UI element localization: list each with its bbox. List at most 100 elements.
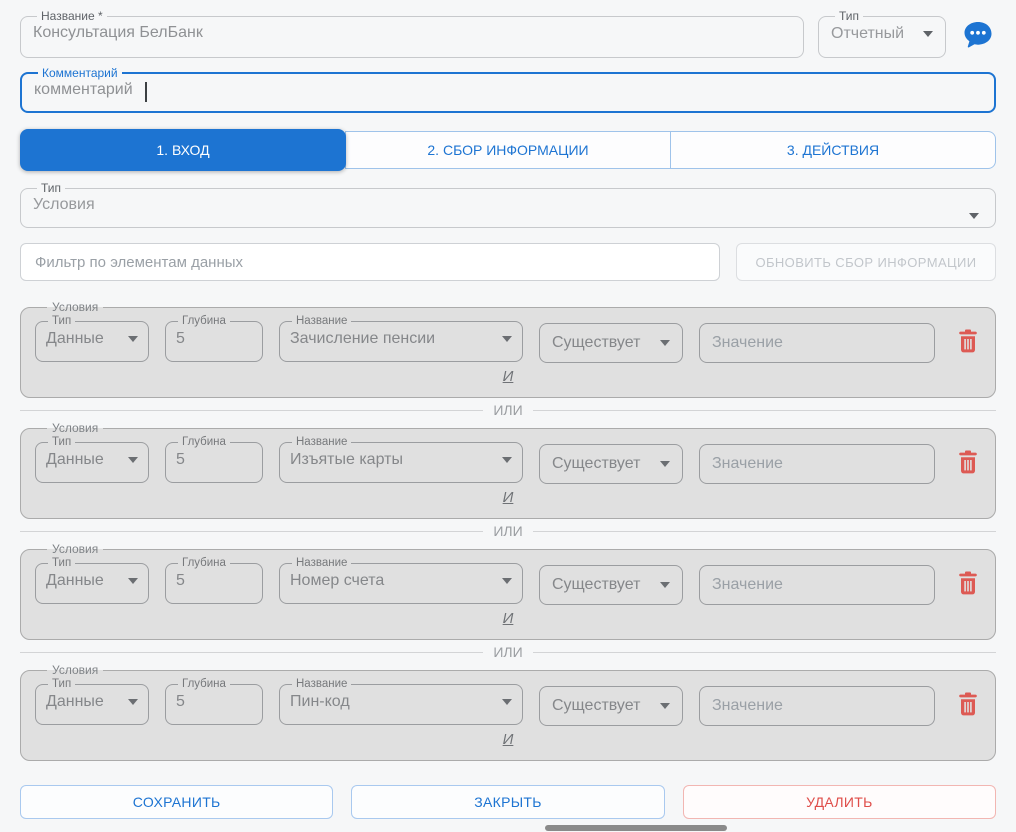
chevron-down-icon bbox=[128, 336, 138, 342]
type-dropdown-label: Тип bbox=[835, 10, 863, 22]
and-operator-link[interactable]: И bbox=[503, 610, 514, 627]
chevron-down-icon bbox=[502, 578, 512, 584]
tab-entry-label: 1. ВХОД bbox=[156, 142, 209, 158]
condition-block-legend: Условия bbox=[47, 422, 103, 434]
condition-operator-value: Существует bbox=[552, 334, 640, 352]
condition-depth-field[interactable]: Глубина 5 bbox=[165, 558, 263, 604]
condition-type-value: Данные bbox=[46, 451, 104, 469]
condition-type-dropdown[interactable]: Тип Данные bbox=[35, 558, 149, 604]
type-dropdown[interactable]: Тип Отчетный bbox=[818, 10, 946, 58]
condition-name-label: Название bbox=[292, 437, 351, 448]
condition-depth-value: 5 bbox=[176, 330, 185, 348]
divider-line bbox=[533, 531, 996, 532]
condition-depth-label: Глубина bbox=[178, 558, 230, 569]
horizontal-scrollbar-thumb[interactable] bbox=[545, 825, 727, 831]
chevron-down-icon bbox=[502, 457, 512, 463]
chevron-down-icon bbox=[128, 699, 138, 705]
condition-block-legend: Условия bbox=[47, 664, 103, 676]
condition-name-value: Зачисление пенсии bbox=[290, 330, 435, 348]
comments-button[interactable] bbox=[960, 16, 996, 56]
condition-name-label: Название bbox=[292, 679, 351, 690]
save-button[interactable]: СОХРАНИТЬ bbox=[20, 785, 333, 819]
condition-name-value: Номер счета bbox=[290, 572, 384, 590]
condition-operator-value: Существует bbox=[552, 576, 640, 594]
condition-value-input[interactable] bbox=[712, 455, 922, 473]
comment-input[interactable] bbox=[34, 79, 982, 105]
tab-entry[interactable]: 1. ВХОД bbox=[20, 129, 346, 171]
name-field[interactable]: Название * bbox=[20, 10, 804, 58]
or-divider: ИЛИ bbox=[20, 519, 996, 543]
condition-type-value: Данные bbox=[46, 572, 104, 590]
condition-operator-value: Существует bbox=[552, 697, 640, 715]
condition-name-dropdown[interactable]: Название Зачисление пенсии bbox=[279, 316, 523, 362]
name-field-label: Название * bbox=[37, 10, 107, 22]
comment-field-label: Комментарий bbox=[38, 67, 122, 79]
condition-name-dropdown[interactable]: Название Изъятые карты bbox=[279, 437, 523, 483]
trash-icon bbox=[957, 571, 979, 599]
and-operator-link[interactable]: И bbox=[503, 368, 514, 385]
condition-value-field bbox=[699, 444, 935, 484]
condition-value-input[interactable] bbox=[712, 334, 922, 352]
condition-type-dropdown[interactable]: Тип Данные bbox=[35, 316, 149, 362]
condition-name-value: Пин-код bbox=[290, 693, 350, 711]
filter-row: ОБНОВИТЬ СБОР ИНФОРМАЦИИ bbox=[20, 243, 996, 281]
tab-actions-label: 3. ДЕЙСТВИЯ bbox=[787, 142, 879, 158]
chevron-down-icon bbox=[969, 213, 979, 219]
condition-type-dropdown[interactable]: Тип Данные bbox=[35, 679, 149, 725]
divider-line bbox=[20, 410, 483, 411]
condition-name-dropdown[interactable]: Название Пин-код bbox=[279, 679, 523, 725]
condition-name-dropdown[interactable]: Название Номер счета bbox=[279, 558, 523, 604]
condition-block: Условия Тип Данные Глубина 5 Название За… bbox=[20, 301, 996, 398]
condition-depth-field[interactable]: Глубина 5 bbox=[165, 316, 263, 362]
condition-value-input[interactable] bbox=[712, 576, 922, 594]
condition-type-label: Тип bbox=[48, 679, 75, 690]
or-divider: ИЛИ bbox=[20, 640, 996, 664]
condition-depth-value: 5 bbox=[176, 451, 185, 469]
entry-type-dropdown[interactable]: Тип Условия bbox=[20, 182, 996, 228]
condition-block: Условия Тип Данные Глубина 5 Название Пи… bbox=[20, 664, 996, 761]
refresh-info-collection-button[interactable]: ОБНОВИТЬ СБОР ИНФОРМАЦИИ bbox=[736, 243, 996, 281]
delete-condition-button[interactable] bbox=[955, 692, 981, 720]
entry-type-value: Условия bbox=[33, 194, 983, 220]
or-divider-label: ИЛИ bbox=[493, 523, 522, 539]
tab-info-collection-label: 2. СБОР ИНФОРМАЦИИ bbox=[427, 142, 588, 158]
scenario-editor-window: Название * Тип Отчетный bbox=[0, 0, 1016, 832]
delete-condition-button[interactable] bbox=[955, 571, 981, 599]
condition-operator-dropdown[interactable]: Существует bbox=[539, 444, 683, 484]
condition-depth-field[interactable]: Глубина 5 bbox=[165, 679, 263, 725]
and-operator-link[interactable]: И bbox=[503, 489, 514, 506]
chevron-down-icon bbox=[502, 699, 512, 705]
data-element-filter-input[interactable] bbox=[20, 243, 720, 281]
condition-operator-dropdown[interactable]: Существует bbox=[539, 686, 683, 726]
name-input[interactable] bbox=[33, 22, 791, 48]
condition-type-value: Данные bbox=[46, 330, 104, 348]
divider-line bbox=[533, 410, 996, 411]
header-row: Название * Тип Отчетный bbox=[20, 0, 996, 58]
chevron-down-icon bbox=[128, 457, 138, 463]
condition-operator-dropdown[interactable]: Существует bbox=[539, 565, 683, 605]
divider-line bbox=[20, 531, 483, 532]
delete-condition-button[interactable] bbox=[955, 329, 981, 357]
tab-info-collection[interactable]: 2. СБОР ИНФОРМАЦИИ bbox=[345, 131, 671, 169]
comment-field[interactable]: Комментарий bbox=[20, 67, 996, 113]
and-operator-link[interactable]: И bbox=[503, 731, 514, 748]
condition-operator-dropdown[interactable]: Существует bbox=[539, 323, 683, 363]
chevron-down-icon bbox=[660, 340, 670, 346]
condition-block-legend: Условия bbox=[47, 543, 103, 555]
condition-type-dropdown[interactable]: Тип Данные bbox=[35, 437, 149, 483]
delete-condition-button[interactable] bbox=[955, 450, 981, 478]
condition-block-legend: Условия bbox=[47, 301, 103, 313]
trash-icon bbox=[957, 450, 979, 478]
entry-type-label: Тип bbox=[37, 182, 65, 194]
condition-value-input[interactable] bbox=[712, 697, 922, 715]
or-divider-label: ИЛИ bbox=[493, 402, 522, 418]
chevron-down-icon bbox=[660, 703, 670, 709]
condition-depth-field[interactable]: Глубина 5 bbox=[165, 437, 263, 483]
condition-block: Условия Тип Данные Глубина 5 Название Из… bbox=[20, 422, 996, 519]
chevron-down-icon bbox=[660, 461, 670, 467]
close-button[interactable]: ЗАКРЫТЬ bbox=[351, 785, 664, 819]
tab-actions[interactable]: 3. ДЕЙСТВИЯ bbox=[670, 131, 996, 169]
condition-name-label: Название bbox=[292, 558, 351, 569]
or-divider: ИЛИ bbox=[20, 398, 996, 422]
delete-button[interactable]: УДАЛИТЬ bbox=[683, 785, 996, 819]
